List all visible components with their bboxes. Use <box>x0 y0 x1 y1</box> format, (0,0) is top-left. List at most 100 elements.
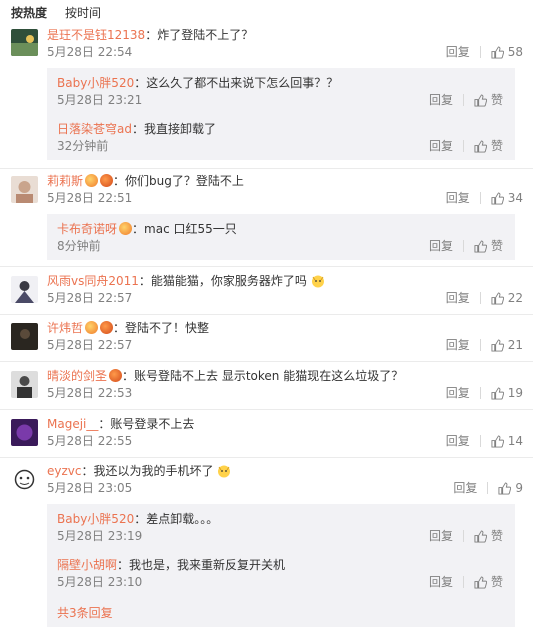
avatar-image <box>11 466 38 493</box>
action-divider <box>487 482 489 494</box>
view-more-replies-link[interactable]: 共3条回复 <box>57 606 113 620</box>
comment-divider <box>0 168 533 169</box>
avatar-image <box>11 276 38 303</box>
comment-divider <box>0 266 533 267</box>
reply-button[interactable]: 回复 <box>446 290 470 306</box>
like-label: 赞 <box>490 239 503 253</box>
reply-text: 我直接卸载了 <box>144 122 217 136</box>
colon-separator: ： <box>134 512 147 526</box>
avatar[interactable] <box>11 419 38 446</box>
comment-username[interactable]: 晴淡的剑圣 <box>47 369 107 383</box>
avatar-image <box>11 323 38 350</box>
comment-text: 我还以为我的手机坏了 <box>93 464 214 478</box>
reply-item: Baby小胖520：这么久了都不出来说下怎么回事？？ 5月28日 23:21 回… <box>57 74 503 108</box>
colon-separator: ： <box>98 417 111 431</box>
reply-username[interactable]: Baby小胖520 <box>57 512 134 526</box>
action-divider <box>479 46 481 58</box>
comment-username[interactable]: Mageji__ <box>47 417 98 431</box>
like-count: 22 <box>507 291 523 305</box>
member-badge-icon <box>85 321 99 334</box>
avatar-image <box>11 419 38 446</box>
reply-text: mac 口红55一只 <box>144 222 237 236</box>
action-divider <box>479 387 481 399</box>
thumb-up-icon <box>474 93 487 107</box>
action-divider <box>462 576 464 588</box>
comment-username[interactable]: 莉莉斯 <box>47 174 83 188</box>
action-divider <box>479 435 481 447</box>
avatar[interactable] <box>11 29 38 56</box>
like-button[interactable]: 赞 <box>474 138 503 154</box>
reply-text: 我也是，我来重新反复开关机 <box>129 558 286 572</box>
tab-sort-time[interactable]: 按时间 <box>65 4 101 20</box>
comment-text: 账号登陆不上去 显示token 能猫现在这么垃圾了？ <box>134 369 404 383</box>
like-label: 赞 <box>490 575 503 589</box>
thumb-up-icon <box>474 239 487 253</box>
colon-separator: ： <box>113 321 126 335</box>
like-button[interactable]: 9 <box>498 480 523 496</box>
avatar[interactable] <box>11 323 38 350</box>
reply-username[interactable]: 日落染苍穹ad <box>57 122 132 136</box>
colon-separator: ： <box>131 122 144 136</box>
thumb-up-icon <box>474 139 487 153</box>
reply-button[interactable]: 回复 <box>429 238 453 254</box>
comment-time: 5月28日 22:55 <box>47 434 133 448</box>
reply-button[interactable]: 回复 <box>429 138 453 154</box>
reply-username[interactable]: Baby小胖520 <box>57 76 134 90</box>
reply-box: Baby小胖520：差点卸载。。。 5月28日 23:19 回复赞 隔壁小胡啊：… <box>47 504 515 627</box>
like-count: 34 <box>507 191 523 205</box>
action-divider <box>462 140 464 152</box>
cat-emoji-icon <box>311 275 324 288</box>
thumb-up-icon <box>498 481 512 495</box>
like-count: 19 <box>507 386 523 400</box>
reply-button[interactable]: 回复 <box>446 337 470 353</box>
avatar[interactable] <box>11 466 38 493</box>
thumb-up-icon <box>491 386 504 400</box>
reply-button[interactable]: 回复 <box>453 480 477 496</box>
like-button[interactable]: 58 <box>491 44 523 60</box>
thumb-up-icon <box>491 291 504 305</box>
reply-button[interactable]: 回复 <box>429 92 453 108</box>
colon-separator: ： <box>138 274 151 288</box>
like-button[interactable]: 21 <box>491 337 523 353</box>
reply-item: Baby小胖520：差点卸载。。。 5月28日 23:19 回复 赞 <box>57 510 503 544</box>
comment-username[interactable]: eyzvc <box>47 464 81 478</box>
avatar[interactable] <box>11 176 38 203</box>
pumpkin-badge-icon <box>109 369 123 382</box>
like-button[interactable]: 赞 <box>474 574 503 590</box>
like-button[interactable]: 14 <box>491 433 523 449</box>
member-badge-icon <box>85 174 99 187</box>
like-button[interactable]: 赞 <box>474 92 503 108</box>
like-count: 14 <box>507 434 523 448</box>
comment-divider <box>0 314 533 315</box>
like-button[interactable]: 赞 <box>474 238 503 254</box>
like-button[interactable]: 赞 <box>474 528 503 544</box>
reply-username[interactable]: 隔壁小胡啊 <box>57 558 117 572</box>
cat-emoji-icon <box>218 465 231 478</box>
comment-divider <box>0 457 533 458</box>
comment-username[interactable]: 是玨不是钰12138 <box>47 28 145 42</box>
comment-text: 炸了登陆不上了？ <box>157 28 254 42</box>
like-button[interactable]: 19 <box>491 385 523 401</box>
more-replies: 共3条回复 <box>57 604 503 621</box>
comment-username[interactable]: 风雨vs同舟2011 <box>47 274 139 288</box>
tab-sort-hot[interactable]: 按热度 <box>11 4 47 20</box>
reply-box: Baby小胖520：这么久了都不出来说下怎么回事？？ 5月28日 23:21 回… <box>47 68 515 160</box>
reply-button[interactable]: 回复 <box>446 433 470 449</box>
colon-separator: ： <box>117 558 130 572</box>
avatar[interactable] <box>11 276 38 303</box>
like-button[interactable]: 22 <box>491 290 523 306</box>
avatar[interactable] <box>11 371 38 398</box>
comment-text: 能猫能猫，你家服务器炸了吗 <box>150 274 307 288</box>
reply-button[interactable]: 回复 <box>429 574 453 590</box>
colon-separator: ： <box>81 464 94 478</box>
reply-button[interactable]: 回复 <box>429 528 453 544</box>
like-button[interactable]: 34 <box>491 190 523 206</box>
reply-button[interactable]: 回复 <box>446 44 470 60</box>
comment-username[interactable]: 许炜哲 <box>47 321 83 335</box>
reply-button[interactable]: 回复 <box>446 385 470 401</box>
comment-time: 5月28日 22:51 <box>47 191 133 205</box>
reply-username[interactable]: 卡布奇诺呀 <box>57 222 117 236</box>
reply-button[interactable]: 回复 <box>446 190 470 206</box>
thumb-up-icon <box>474 529 487 543</box>
action-divider <box>479 339 481 351</box>
